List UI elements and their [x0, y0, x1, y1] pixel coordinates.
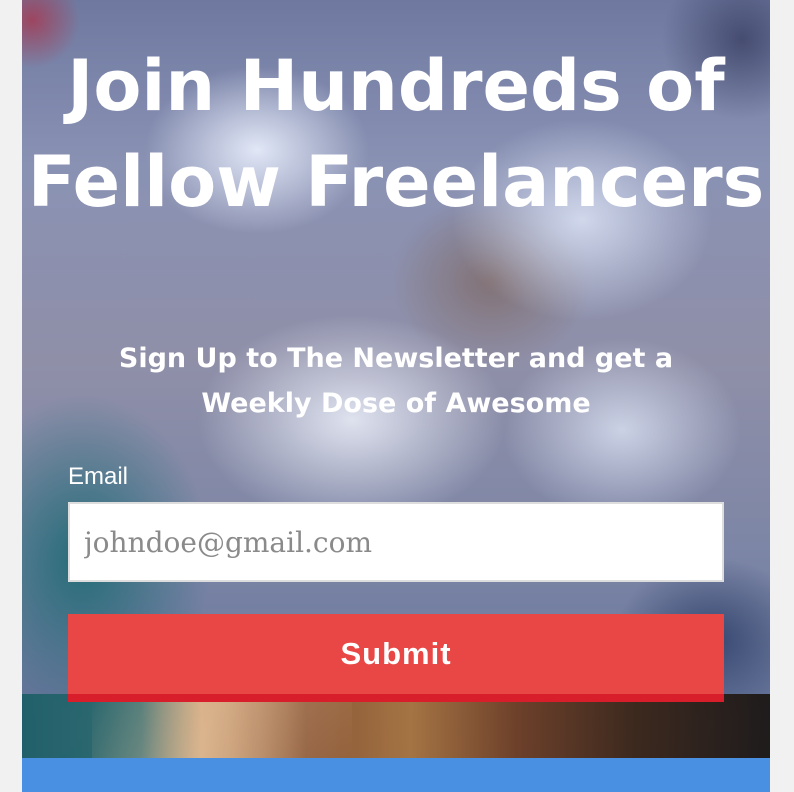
bottom-bar: [22, 758, 770, 792]
submit-button[interactable]: Submit: [68, 614, 724, 702]
email-input[interactable]: [68, 502, 724, 582]
hero-image-lower-strip: [22, 694, 770, 758]
page-margin-left: [0, 0, 22, 792]
signup-title: Join Hundreds of Fellow Freelancers: [27, 45, 765, 223]
email-label: Email: [68, 463, 129, 490]
page: Join Hundreds of Fellow Freelancers Sign…: [0, 0, 794, 792]
signup-subtitle: Sign Up to The Newsletter and get a Week…: [118, 343, 674, 419]
page-margin-right: [770, 0, 794, 792]
